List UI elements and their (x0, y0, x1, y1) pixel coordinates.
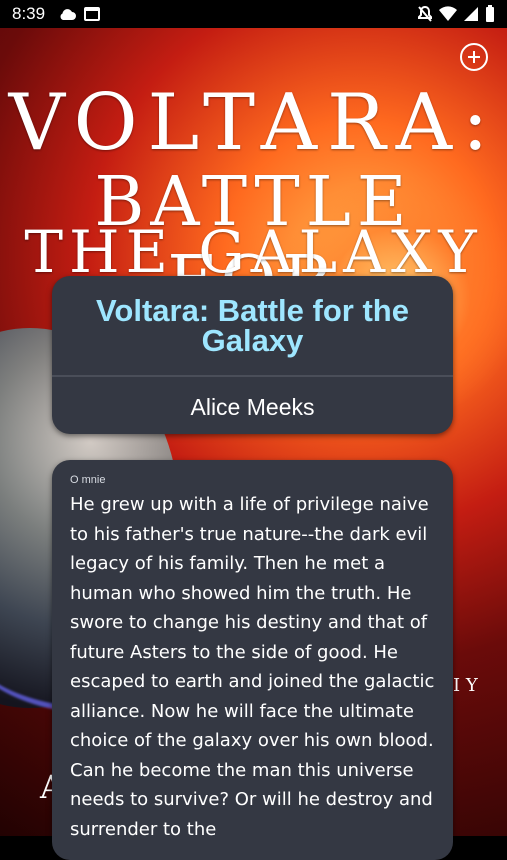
book-title-card: Voltara: Battle for the Galaxy Alice Mee… (52, 276, 453, 434)
status-left-icons (58, 6, 100, 26)
book-author[interactable]: Alice Meeks (52, 394, 453, 421)
cover-right-letters: I Y (453, 675, 478, 696)
battery-icon (485, 5, 495, 27)
add-button[interactable] (459, 42, 489, 72)
notifications-off-icon (417, 5, 433, 27)
status-bar: 8:39 (0, 0, 507, 28)
add-circle-icon (460, 43, 488, 71)
signal-icon (463, 6, 479, 26)
calendar-icon (84, 6, 100, 26)
book-title: Voltara: Battle for the Galaxy (96, 293, 409, 358)
description-label: O mnie (70, 474, 106, 486)
title-divider (52, 375, 453, 377)
cover-title-line1: VOLTARA: (8, 78, 499, 168)
description-card: O mnie He grew up with a life of privile… (52, 460, 453, 860)
description-text: He grew up with a life of privilege naiv… (70, 494, 435, 840)
wifi-icon (439, 6, 457, 26)
cloud-icon (58, 6, 76, 26)
status-time: 8:39 (12, 4, 46, 23)
status-right-icons (417, 5, 495, 27)
